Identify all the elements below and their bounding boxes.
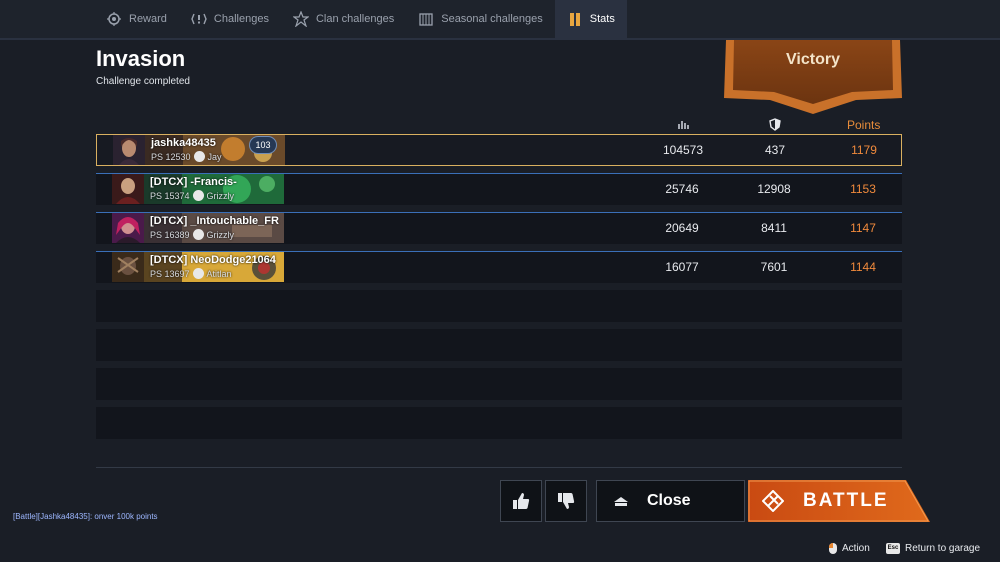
table-row[interactable]: jashka48435 PS 12530 Jay 103 104573 437 …	[96, 134, 902, 166]
avatar	[112, 213, 144, 243]
thumbs-down-icon	[558, 493, 575, 509]
dislike-button[interactable]	[545, 480, 587, 522]
player-card: [DTCX] _Intouchable_FR PS 16389 Grizzly	[112, 213, 284, 243]
damage-icon	[677, 118, 689, 133]
tab-clan-challenges[interactable]: Clan challenges	[281, 0, 406, 38]
table-row[interactable]: [DTCX] NeoDodge21064 PS 13697 Atitlan 16…	[96, 251, 902, 283]
points-value: 1153	[850, 182, 876, 196]
tab-label: Clan challenges	[315, 13, 395, 25]
faction-name: Grizzly	[206, 229, 235, 240]
stats-icon	[567, 11, 583, 27]
tab-bar: Reward Challenges Clan challenges Season…	[0, 0, 1000, 40]
faction-name: Jay	[207, 151, 222, 162]
shield-icon	[769, 118, 781, 134]
tab-reward[interactable]: Reward	[94, 0, 179, 38]
page-title: Invasion	[96, 46, 186, 71]
player-card: [DTCX] -Francis- PS 15374 Grizzly	[112, 174, 284, 204]
blocked-value: 7601	[760, 260, 788, 274]
damage-value: 25746	[665, 182, 699, 196]
seasonal-challenges-icon	[418, 11, 434, 27]
player-info: PS 12530 Jay	[151, 151, 222, 162]
battle-icon	[762, 490, 784, 512]
power-score: PS 16389	[150, 229, 190, 240]
power-score: PS 13697	[150, 268, 190, 279]
tab-challenges[interactable]: Challenges	[179, 0, 281, 38]
divider	[96, 467, 902, 468]
garage-icon	[614, 497, 628, 506]
mouse-left-icon	[829, 543, 837, 554]
faction-icon	[192, 229, 204, 240]
empty-row	[96, 368, 902, 400]
player-name: [DTCX] NeoDodge21064	[150, 254, 276, 266]
tab-stats[interactable]: Stats	[554, 0, 627, 38]
avatar	[113, 135, 145, 165]
tab-label: Reward	[129, 13, 167, 25]
player-card: jashka48435 PS 12530 Jay 103	[113, 135, 285, 165]
return-label: Return to garage	[905, 543, 981, 554]
faction-icon	[193, 151, 205, 162]
table-row[interactable]: [DTCX] -Francis- PS 15374 Grizzly 25746 …	[96, 173, 902, 205]
stats-table: jashka48435 PS 12530 Jay 103 104573 437 …	[96, 134, 902, 446]
points-value: 1144	[850, 260, 876, 274]
avatar	[112, 174, 144, 204]
level-badge: 103	[249, 136, 277, 154]
empty-row	[96, 407, 902, 439]
footer-hints: Action Esc Return to garage	[0, 532, 1000, 562]
faction-name: Atitlan	[206, 268, 232, 279]
avatar	[112, 252, 144, 282]
player-name: [DTCX] -Francis-	[150, 176, 237, 188]
page-subtitle: Challenge completed	[96, 76, 190, 87]
player-name: [DTCX] _Intouchable_FR	[150, 215, 279, 227]
chat-message: [Battle][Jashka48435]: onver 100k points	[13, 512, 158, 521]
reward-icon	[106, 11, 122, 27]
action-label: Action	[842, 543, 870, 554]
power-score: PS 15374	[150, 190, 190, 201]
empty-row	[96, 290, 902, 322]
points-value: 1179	[851, 143, 877, 157]
blocked-value: 437	[764, 143, 786, 157]
tab-seasonal-challenges[interactable]: Seasonal challenges	[406, 0, 555, 38]
result-label: Victory	[786, 51, 840, 68]
player-info: PS 13697 Atitlan	[150, 268, 232, 279]
battle-label: BATTLE	[803, 490, 889, 511]
close-button[interactable]: Close	[596, 480, 745, 522]
faction-icon	[192, 190, 204, 201]
close-label: Close	[647, 492, 691, 509]
tab-label: Stats	[589, 13, 615, 25]
blocked-value: 8411	[761, 221, 787, 235]
power-score: PS 12530	[151, 151, 191, 162]
player-info: PS 16389 Grizzly	[150, 229, 234, 240]
faction-icon	[192, 268, 204, 279]
tab-label: Challenges	[213, 13, 269, 25]
damage-value: 16077	[665, 260, 699, 274]
faction-name: Grizzly	[206, 190, 235, 201]
points-value: 1147	[850, 221, 876, 235]
damage-value: 20649	[665, 221, 699, 235]
stats-panel: Invasion Challenge completed Victory Poi…	[0, 40, 1000, 532]
player-name: jashka48435	[151, 137, 216, 149]
player-card: [DTCX] NeoDodge21064 PS 13697 Atitlan	[112, 252, 284, 282]
blocked-value: 12908	[757, 182, 791, 196]
points-header: Points	[847, 118, 881, 132]
action-hint[interactable]: Action	[829, 543, 870, 554]
like-button[interactable]	[500, 480, 542, 522]
thumbs-up-icon	[513, 493, 530, 509]
damage-value: 104573	[662, 143, 704, 157]
esc-key-icon: Esc	[886, 543, 900, 554]
clan-challenges-icon	[292, 11, 309, 27]
challenges-icon	[191, 11, 207, 27]
empty-row	[96, 329, 902, 361]
table-row[interactable]: [DTCX] _Intouchable_FR PS 16389 Grizzly …	[96, 212, 902, 244]
player-info: PS 15374 Grizzly	[150, 190, 234, 201]
tab-label: Seasonal challenges	[441, 13, 543, 25]
return-to-garage-hint[interactable]: Esc Return to garage	[886, 543, 980, 554]
battle-button[interactable]: BATTLE	[748, 480, 930, 522]
